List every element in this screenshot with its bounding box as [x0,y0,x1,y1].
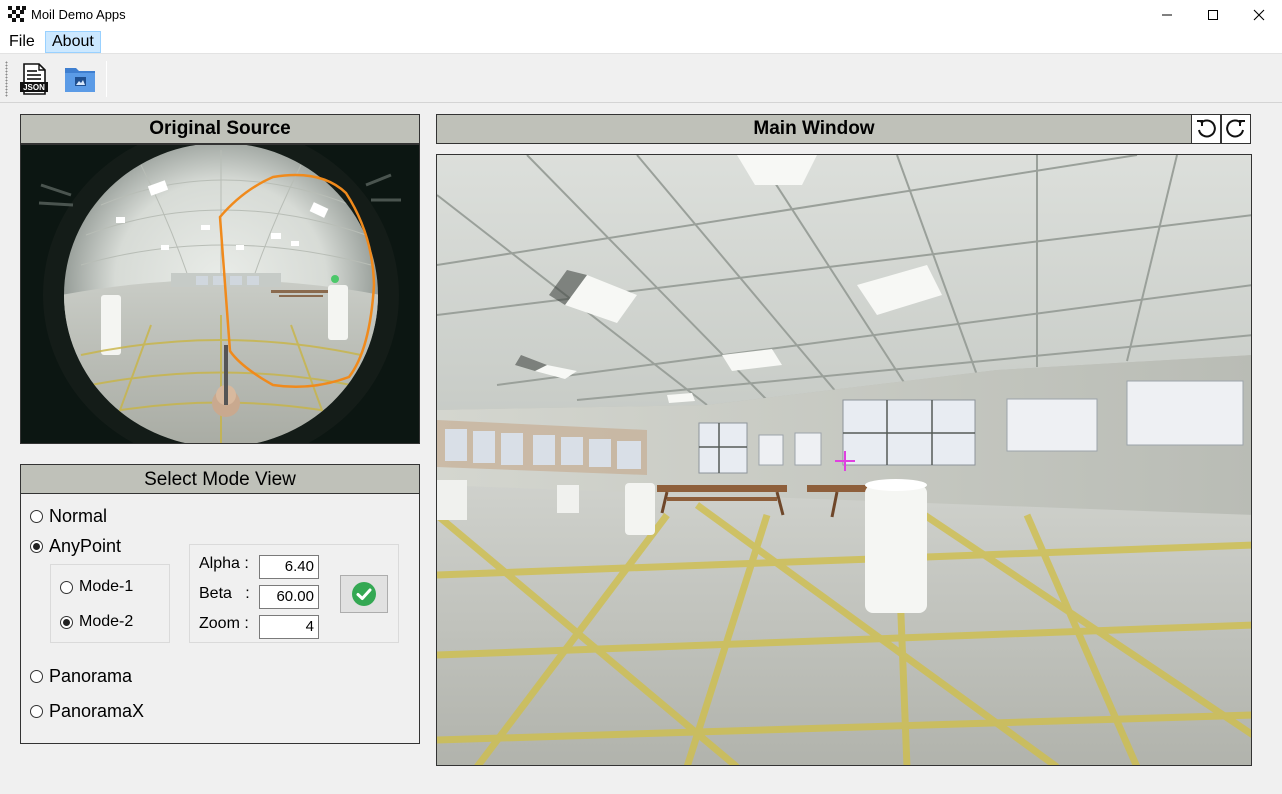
original-source-header: Original Source [20,114,420,144]
close-button[interactable] [1236,0,1282,30]
submode-1-label: Mode-1 [79,578,134,595]
alpha-label: Alpha : [199,555,249,572]
main-window-view [436,154,1252,766]
maximize-button[interactable] [1190,0,1236,30]
green-checkmark-icon [352,582,376,606]
minimize-button[interactable] [1144,0,1190,30]
json-file-icon: JSON [20,63,48,95]
submode-group [50,564,170,643]
alpha-input[interactable]: 6.40 [259,555,319,579]
open-image-button[interactable] [62,61,98,97]
submode-2-label: Mode-2 [79,613,134,630]
anypoint-rectified-image [437,155,1251,765]
radio-anypoint[interactable] [30,540,43,553]
mode-panorama-option[interactable]: Panorama [30,666,132,687]
menu-about[interactable]: About [45,31,101,53]
toolbar-grip [5,61,8,97]
mode-panorama-label: Panorama [49,666,133,686]
radio-panorama[interactable] [30,670,43,683]
toolbar-separator [106,61,107,97]
minimize-icon [1162,14,1172,16]
radio-panoramax[interactable] [30,705,43,718]
mode-anypoint-label: AnyPoint [49,536,122,556]
rotate-right-icon [1226,119,1245,138]
beta-label: Beta : [199,585,250,602]
menu-bar: File About [0,30,1282,54]
radio-mode-1[interactable] [60,580,73,594]
apply-params-button[interactable] [340,575,388,613]
rotate-left-button[interactable] [1191,114,1221,144]
window-title: Moil Demo Apps [31,7,126,22]
fisheye-source-image [21,145,419,443]
json-badge-text: JSON [23,83,45,92]
radio-normal[interactable] [30,510,43,523]
zoom-label: Zoom : [199,615,249,632]
mode-normal-option[interactable]: Normal [30,506,107,527]
close-icon [1253,9,1265,21]
mode-normal-label: Normal [49,506,108,526]
rotate-right-button[interactable] [1221,114,1251,144]
menu-file[interactable]: File [3,31,41,53]
mode-panoramax-label: PanoramaX [49,701,145,721]
checkerboard-app-icon [8,6,26,24]
submode-2-option[interactable]: Mode-2 [60,613,133,631]
maximize-icon [1208,10,1218,20]
beta-input[interactable]: 60.00 [259,585,319,609]
zoom-input[interactable]: 4 [259,615,319,639]
mode-anypoint-option[interactable]: AnyPoint [30,536,121,557]
title-bar: Moil Demo Apps [0,0,1282,30]
main-window-header: Main Window [436,114,1192,144]
submode-1-option[interactable]: Mode-1 [60,578,133,596]
mode-panoramax-option[interactable]: PanoramaX [30,701,144,722]
select-mode-header: Select Mode View [20,464,420,495]
open-image-folder-icon [65,68,95,92]
load-json-button[interactable]: JSON [16,61,52,97]
toolbar: JSON [0,55,1282,103]
original-source-view [20,144,420,444]
radio-mode-2[interactable] [60,615,73,629]
rotate-left-icon [1197,119,1216,138]
